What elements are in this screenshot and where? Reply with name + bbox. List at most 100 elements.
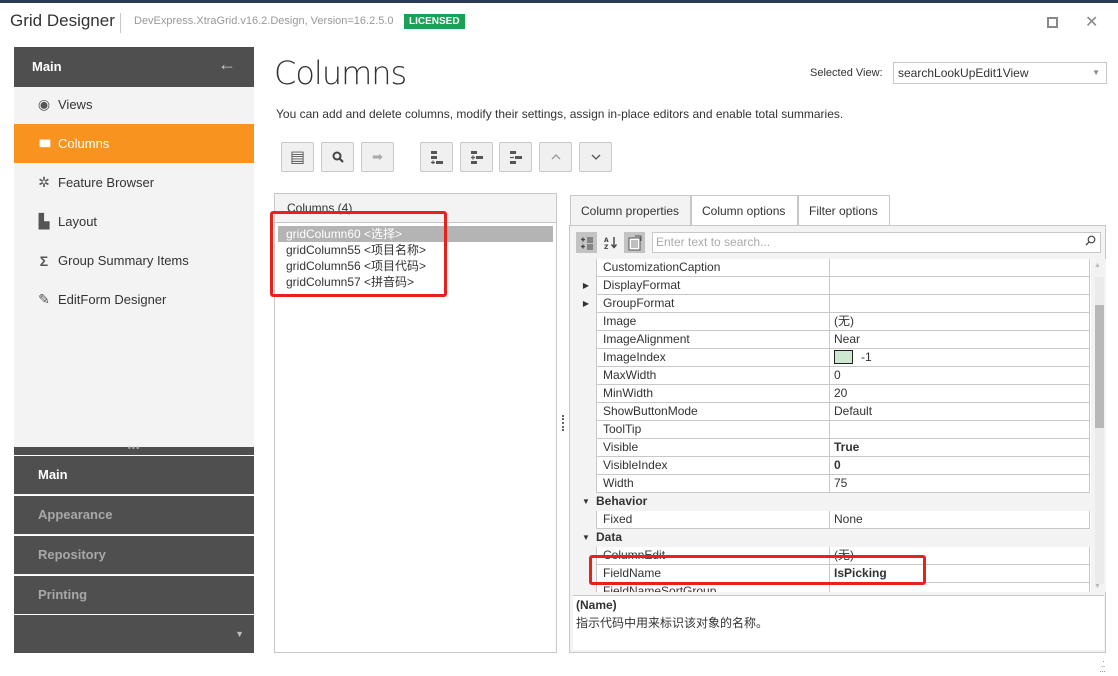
sidebar-item-layout[interactable]: ▙ Layout [14,202,254,241]
property-row[interactable]: ▶ GroupFormat [576,295,1091,313]
property-row[interactable]: ShowButtonMode Default [576,403,1091,421]
category-row-behavior[interactable]: ▼ Behavior [576,493,1091,511]
property-row[interactable]: Visible True [576,439,1091,457]
property-pages-button[interactable] [624,232,645,253]
remove-column-button[interactable] [499,142,532,172]
collapse-arrow-icon[interactable]: ▼ [576,529,596,547]
sigma-icon: Σ [39,252,49,269]
expand-arrow-icon[interactable]: ▶ [576,295,596,313]
sidebar-item-columns[interactable]: ▮▮▮ Columns [14,124,254,163]
property-row[interactable]: ImageAlignment Near [576,331,1091,349]
move-up-button[interactable] [539,142,572,172]
move-down-button[interactable] [579,142,612,172]
column-list-button[interactable]: ▤ [281,142,314,172]
dropdown-arrow-icon: ▼ [1092,68,1100,77]
nav-group-repository[interactable]: Repository [14,535,254,574]
sidebar-item-editform-designer[interactable]: ✎ EditForm Designer [14,280,254,319]
property-description-title: (Name) [576,598,617,612]
property-grid-panel: AZ Enter text to search... Customization… [569,225,1106,653]
nav-overflow: ▼ [14,614,254,653]
scroll-down-icon[interactable]: ▼ [1094,583,1101,590]
image-index-value[interactable]: -1 [830,349,1090,367]
property-row[interactable]: CustomizationCaption [576,259,1091,277]
tab-column-options[interactable]: Column options [691,195,798,226]
category-row-data[interactable]: ▼ Data [576,529,1091,547]
chevron-down-icon[interactable]: ▼ [235,629,244,639]
columns-list-header: Columns (4) [275,194,556,223]
categorized-button[interactable] [576,232,597,253]
property-row[interactable]: MinWidth 20 [576,385,1091,403]
image-preview-swatch [834,350,853,364]
sidebar: Main ← ◉ Views ▮▮▮ Columns ✲ Feature Bro… [14,47,254,653]
scroll-up-icon[interactable]: ▲ [1094,262,1101,269]
resize-grip-icon[interactable]: · ·· ··· [1099,657,1106,676]
tab-filter-options[interactable]: Filter options [798,195,890,226]
sidebar-item-feature-browser[interactable]: ✲ Feature Browser [14,163,254,202]
sidebar-item-label: Feature Browser [58,175,155,190]
sidebar-header: Main ← [14,47,254,87]
property-pages-icon [628,235,641,250]
svg-text:A: A [604,237,609,244]
nav-group-main[interactable]: Main [14,455,254,494]
sidebar-item-label: EditForm Designer [58,292,167,307]
column-list-item[interactable]: gridColumn55 <项目名称> [278,242,553,258]
eye-icon: ◉ [37,96,51,112]
column-list-item[interactable]: gridColumn57 <拼音码> [278,274,553,290]
property-search-input[interactable]: Enter text to search... [652,232,1101,253]
property-row[interactable]: VisibleIndex 0 [576,457,1091,475]
property-row[interactable]: ImageIndex -1 [576,349,1091,367]
expand-arrow-icon[interactable]: ▶ [576,277,596,295]
tab-column-properties[interactable]: Column properties [570,195,691,226]
property-row[interactable]: ToolTip [576,421,1091,439]
insert-column-button[interactable] [460,142,493,172]
close-icon[interactable]: ✕ [1085,12,1098,32]
title-separator [120,13,121,33]
find-button[interactable] [321,142,354,172]
property-row[interactable]: FieldNameSortGroup [576,583,1091,592]
collapse-arrow-icon[interactable]: ▼ [576,493,596,511]
property-row[interactable]: Fixed None [576,511,1091,529]
sidebar-item-group-summary-items[interactable]: Σ Group Summary Items [14,241,254,280]
svg-text:Z: Z [604,244,609,250]
title-bar: Grid Designer DevExpress.XtraGrid.v16.2.… [0,3,1118,43]
column-list-item[interactable]: gridColumn56 <项目代码> [278,258,553,274]
retrieve-fields-button[interactable]: ➡ [361,142,394,172]
search-icon [1085,233,1096,252]
sidebar-splitter[interactable]: ••• [14,444,254,455]
sidebar-item-label: Group Summary Items [58,253,189,268]
add-column-button[interactable] [420,142,453,172]
license-badge: LICENSED [404,14,465,29]
list-view-icon: ▤ [289,149,306,166]
nav-group-printing[interactable]: Printing [14,575,254,614]
scroll-thumb[interactable] [1095,305,1104,428]
sidebar-item-views[interactable]: ◉ Views [14,85,254,124]
property-row[interactable]: Image (无) [576,313,1091,331]
nav-group-appearance[interactable]: Appearance [14,495,254,534]
sort-az-icon: AZ [604,236,617,250]
sidebar-header-label: Main [32,59,62,74]
alphabetical-button[interactable]: AZ [600,232,621,253]
version-label: DevExpress.XtraGrid.v16.2.Design, Versio… [134,15,394,27]
selected-view-dropdown[interactable]: searchLookUpEdit1View ▼ [893,62,1107,84]
sidebar-item-label: Columns [58,136,110,151]
selected-view-value: searchLookUpEdit1View [898,66,1029,80]
column-list-item[interactable]: gridColumn60 <选择> [278,226,553,242]
property-row[interactable]: ▶ DisplayFormat [576,277,1091,295]
property-grid: CustomizationCaption ▶ DisplayFormat ▶ Gro… [576,259,1091,592]
property-row-fieldname[interactable]: FieldName IsPicking [576,565,1091,583]
sidebar-item-label: Layout [58,214,98,229]
property-grid-scrollbar[interactable]: ▲ ▼ [1091,259,1106,592]
app-title: Grid Designer [10,11,115,30]
chevron-up-icon [551,154,560,160]
panel-splitter[interactable] [562,415,564,431]
columns-icon: ▮▮▮ [38,138,52,149]
property-description: (Name) 指示代码中用来标识该对象的名称。 [573,595,1104,650]
property-row[interactable]: MaxWidth 0 [576,367,1091,385]
property-row[interactable]: Width 75 [576,475,1091,493]
back-arrow-icon[interactable]: ← [218,54,236,75]
layout-icon: ▙ [38,213,50,229]
property-row[interactable]: ColumnEdit (无) [576,547,1091,565]
maximize-icon[interactable] [1047,17,1058,28]
property-description-text: 指示代码中用来标识该对象的名称。 [576,616,769,630]
gear-icon: ✲ [38,174,50,190]
